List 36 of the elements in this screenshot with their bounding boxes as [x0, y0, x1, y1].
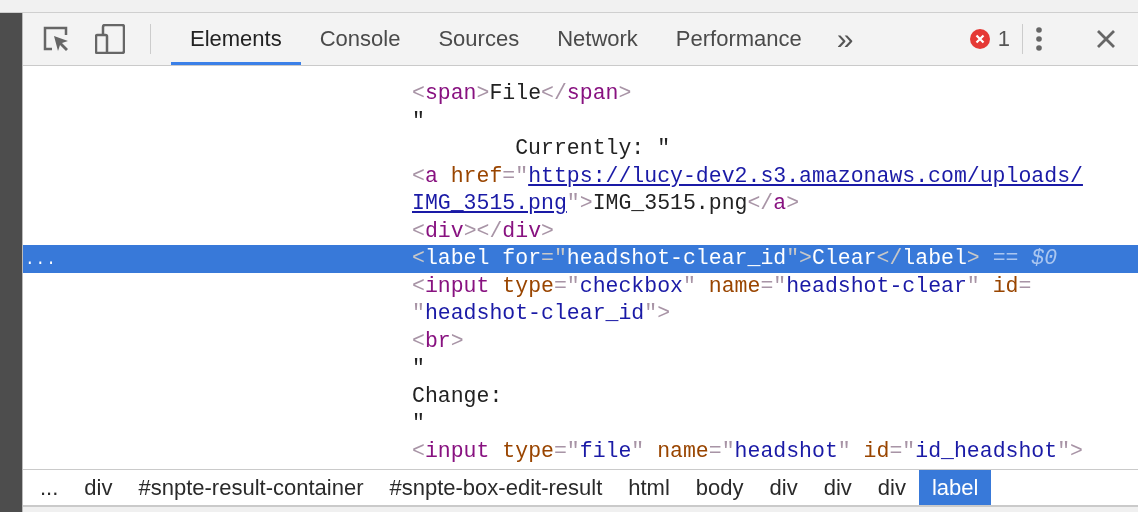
breadcrumb-item[interactable]: #snpte-result-container — [125, 470, 377, 505]
code-line: <br> — [412, 327, 464, 355]
code-line: "headshot-clear_id"> — [412, 300, 671, 327]
panel-tab[interactable]: Performance — [656, 13, 821, 65]
breadcrumb-item[interactable]: label — [918, 470, 992, 505]
code-line: <input type="checkbox" name="headshot-clear" id= — [412, 272, 1032, 300]
panel-tab[interactable]: Sources — [419, 13, 539, 65]
error-count[interactable]: 1 — [997, 26, 1010, 52]
code-line: Change: — [412, 382, 503, 410]
menu-icon[interactable] — [1035, 26, 1043, 52]
close-icon[interactable] — [1096, 29, 1116, 49]
breadcrumb-item[interactable]: body — [682, 470, 757, 505]
breadcrumb-item[interactable]: div — [71, 470, 126, 505]
breadcrumb-item[interactable]: #snpte-box-edit-result — [376, 470, 616, 505]
panel-tab[interactable]: Network — [538, 13, 657, 65]
panel-tab[interactable]: Console — [300, 13, 420, 65]
device-icon[interactable] — [95, 24, 125, 54]
code-line: <input type="file" name="headshot" id="id_headshot"> — [412, 437, 1083, 465]
code-line: " — [412, 355, 425, 382]
code-line: " — [412, 410, 425, 437]
more-actions-marker[interactable]: ... — [25, 251, 57, 269]
code-line: Currently: " — [514, 135, 671, 162]
breadcrumb-item[interactable]: div — [756, 470, 811, 505]
code-line: <div></div> — [412, 217, 554, 245]
breadcrumb-item[interactable]: div — [864, 470, 919, 505]
code-line: <label for="headshot-clear_id">Clear</label> == $0 — [412, 245, 1058, 272]
code-line: <a href="https://lucy-dev2.s3.amazonaws.com/uploads/ — [412, 162, 1083, 190]
error-icon — [969, 29, 990, 49]
selected-line-highlight[interactable]: ... <label for="headshot-clear_id">Clear</label> == $0 — [23, 245, 1138, 273]
breadcrumb-item[interactable]: ... — [27, 470, 72, 505]
code-line: <span>File</span> — [412, 80, 632, 107]
code-line: " — [412, 107, 425, 135]
more-tabs-button[interactable]: » — [836, 24, 854, 54]
code-line: IMG_3515.png">IMG_3515.png</a> — [412, 190, 800, 217]
breadcrumb-item[interactable]: div — [810, 470, 865, 505]
breadcrumb-item[interactable]: html — [615, 470, 683, 505]
